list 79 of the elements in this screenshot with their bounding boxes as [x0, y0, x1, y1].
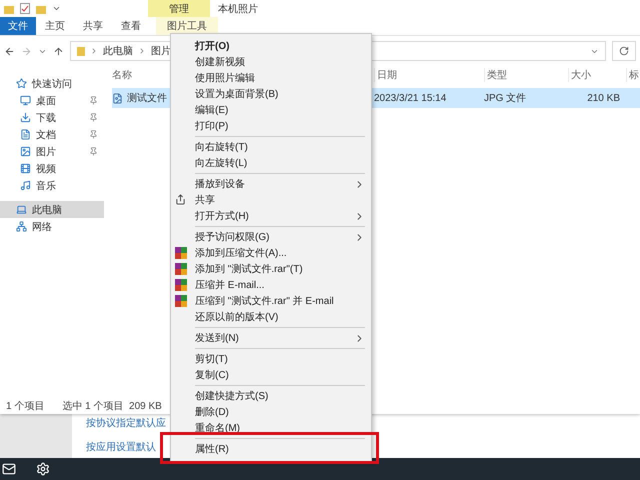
- ribbon-tab[interactable]: 共享: [74, 17, 112, 35]
- film-icon: [20, 163, 31, 174]
- menu-item[interactable]: 打印(P): [171, 118, 371, 134]
- menu-item[interactable]: 属性(R): [171, 441, 371, 457]
- computer-icon: [16, 204, 27, 215]
- column-header[interactable]: 类型: [484, 68, 568, 82]
- sidebar-item[interactable]: 此电脑: [0, 201, 104, 218]
- date-cell-text: 2023/3/21 15:14: [374, 92, 448, 104]
- menu-item[interactable]: 打开(O): [171, 38, 371, 54]
- sidebar-item[interactable]: 图片: [0, 143, 104, 160]
- menu-item[interactable]: 添加到 "测试文件.rar"(T): [171, 261, 371, 277]
- column-header[interactable]: 日期: [374, 68, 484, 82]
- sidebar-item[interactable]: 快速访问: [0, 75, 104, 92]
- menu-item[interactable]: 添加到压缩文件(A)...: [171, 245, 371, 261]
- network-icon: [16, 221, 27, 232]
- menu-item[interactable]: 压缩并 E-mail...: [171, 277, 371, 293]
- document-icon: [20, 129, 31, 140]
- sidebar-item[interactable]: 文档: [0, 126, 104, 143]
- column-header[interactable]: 标: [626, 68, 640, 82]
- ribbon-tab[interactable]: 文件: [0, 17, 36, 35]
- type-cell-text: JPG 文件: [484, 92, 528, 105]
- menu-item[interactable]: 向右旋转(T): [171, 139, 371, 155]
- image-file-icon: [112, 92, 123, 104]
- sidebar-item[interactable]: 桌面: [0, 92, 104, 109]
- column-header[interactable]: 大小: [568, 68, 626, 82]
- archive-icon: [175, 247, 187, 259]
- breadcrumb-item[interactable]: 图片: [151, 44, 171, 58]
- menu-item[interactable]: 发送到(N): [171, 330, 371, 346]
- sidebar-item[interactable]: 视频: [0, 160, 104, 177]
- ribbon-tab[interactable]: 图片工具: [156, 17, 218, 35]
- settings-icon[interactable]: [36, 462, 50, 476]
- settings-link[interactable]: 按应用设置默认: [86, 440, 166, 454]
- context-tab-header: 管理: [148, 0, 210, 17]
- window-title: 本机照片: [217, 2, 258, 16]
- refresh-icon: [619, 46, 629, 56]
- ribbon-tab[interactable]: 主页: [36, 17, 74, 35]
- mail-icon[interactable]: [2, 462, 16, 476]
- music-note-icon: [20, 180, 31, 191]
- settings-sidebar: [0, 414, 72, 458]
- chevron-icon: [90, 47, 98, 55]
- properties-icon[interactable]: [20, 3, 30, 14]
- sidebar-item[interactable]: 下载: [0, 109, 104, 126]
- menu-item[interactable]: 剪切(T): [171, 351, 371, 367]
- menu-item[interactable]: 使用照片编辑: [171, 70, 371, 86]
- menu-item[interactable]: 播放到设备: [171, 176, 371, 192]
- menu-item[interactable]: 复制(C): [171, 367, 371, 383]
- archive-icon: [175, 279, 187, 291]
- menu-item[interactable]: 重命名(M): [171, 420, 371, 436]
- size-cell-text: 210 KB: [586, 92, 621, 104]
- menu-item[interactable]: 还原以前的版本(V): [171, 309, 371, 325]
- item-count: 1 个项目: [6, 400, 44, 413]
- breadcrumb-item[interactable]: 此电脑: [103, 44, 133, 58]
- image-icon: [20, 146, 31, 157]
- refresh-button[interactable]: [612, 41, 636, 61]
- menu-item[interactable]: 设置为桌面背景(B): [171, 86, 371, 102]
- menu-item[interactable]: 打开方式(H): [171, 208, 371, 224]
- star-icon: [16, 78, 27, 89]
- menu-item[interactable]: 删除(D): [171, 404, 371, 420]
- sidebar-item[interactable]: 网络: [0, 218, 104, 235]
- sidebar-item[interactable]: 音乐: [0, 177, 104, 194]
- download-icon: [20, 112, 31, 123]
- menu-item[interactable]: 压缩到 "测试文件.rar" 并 E-mail: [171, 293, 371, 309]
- share-icon: [175, 194, 186, 205]
- dropdown-icon[interactable]: [52, 4, 61, 13]
- menu-item[interactable]: 共享: [171, 192, 371, 208]
- menu-item[interactable]: 授予访问权限(G): [171, 229, 371, 245]
- selection-info: 选中 1 个项目 209 KB: [62, 400, 162, 413]
- ribbon-tab[interactable]: 查看: [112, 17, 150, 35]
- menu-item[interactable]: 向左旋转(L): [171, 155, 371, 171]
- archive-icon: [175, 295, 187, 307]
- up-icon[interactable]: [53, 46, 64, 56]
- folder-icon: [77, 46, 85, 56]
- monitor-icon: [20, 95, 31, 106]
- archive-icon: [175, 263, 187, 275]
- menu-item[interactable]: 创建新视频: [171, 54, 371, 70]
- chevron-icon: [138, 47, 146, 55]
- settings-link[interactable]: 按协议指定默认应: [86, 416, 166, 430]
- back-icon[interactable]: [4, 46, 15, 56]
- menu-item[interactable]: 创建快捷方式(S): [171, 388, 371, 404]
